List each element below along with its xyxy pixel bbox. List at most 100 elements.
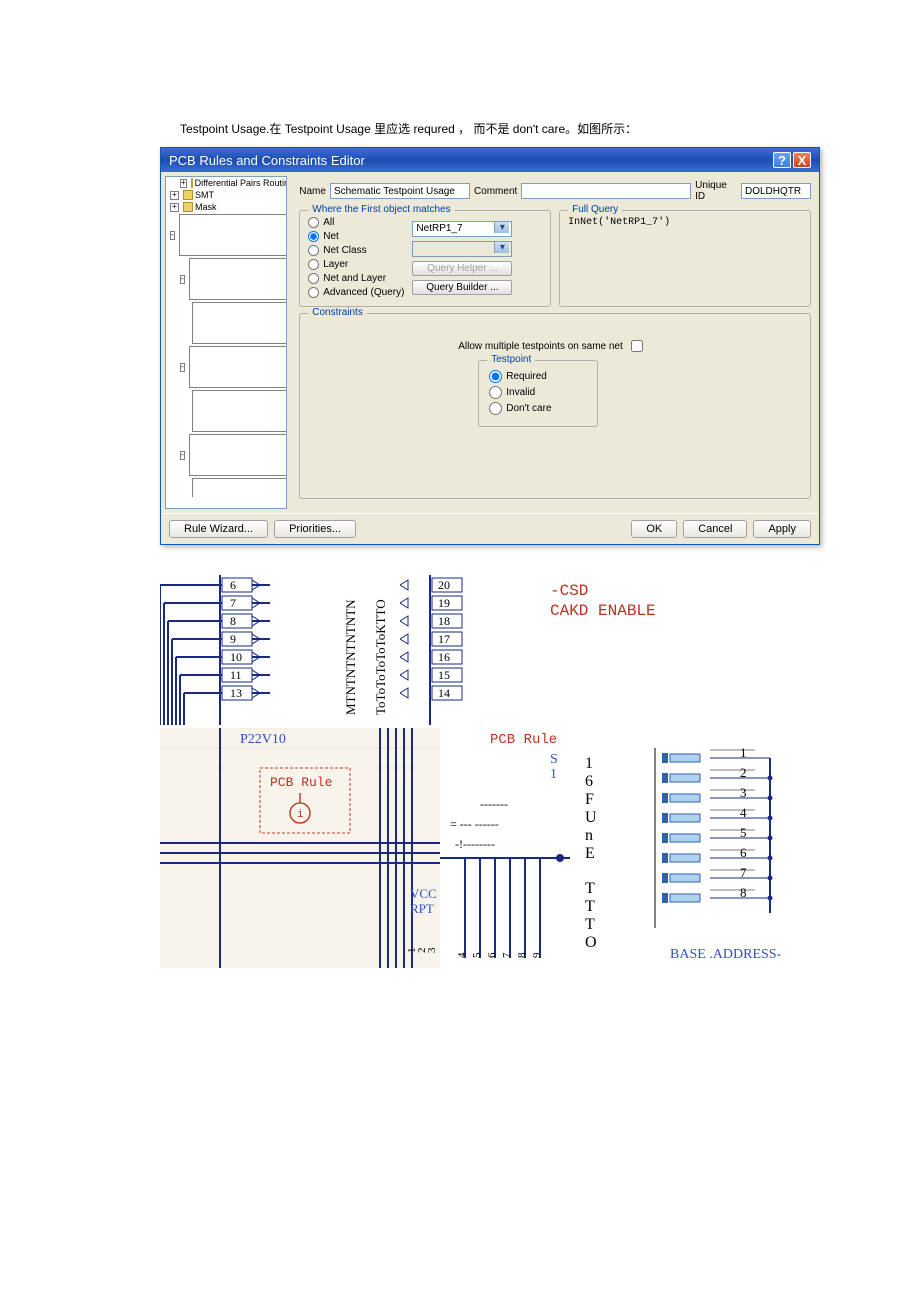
svg-text:U: U — [585, 809, 597, 826]
svg-text:1: 1 — [585, 755, 593, 772]
svg-text:19: 19 — [438, 596, 450, 610]
comment-input[interactable] — [521, 183, 691, 199]
match-netlayer[interactable]: Net and Layer — [308, 273, 404, 284]
tp-invalid[interactable]: Invalid — [489, 386, 587, 399]
name-label: Name — [299, 186, 326, 197]
query-helper-button[interactable]: Query Helper ... — [412, 261, 512, 276]
svg-text:S: S — [550, 752, 558, 767]
svg-text:VCC: VCC — [410, 886, 437, 901]
tree-toggle-icon[interactable]: - — [180, 363, 185, 372]
page-icon — [189, 346, 287, 388]
svg-text:ToToToToToToKTTO: ToToToToToToKTTO — [373, 599, 388, 715]
match-net[interactable]: Net — [308, 231, 404, 242]
query-builder-button[interactable]: Query Builder ... — [412, 280, 512, 295]
ok-button[interactable]: OK — [631, 520, 677, 538]
titlebar: PCB Rules and Constraints Editor ? X — [161, 148, 819, 172]
svg-text:7: 7 — [740, 865, 747, 880]
apply-button[interactable]: Apply — [753, 520, 811, 538]
fullquery-text: InNet('NetRP1_7') — [568, 217, 802, 228]
match-netclass[interactable]: Net Class — [308, 245, 404, 256]
help-button[interactable]: ? — [773, 152, 791, 168]
svg-text:18: 18 — [438, 614, 450, 628]
svg-text:RPT: RPT — [410, 901, 434, 916]
svg-text:MTNTNTNTNTNTN: MTNTNTNTNTNTN — [343, 599, 358, 715]
tree-node[interactable]: -Plane — [166, 213, 286, 257]
pcb-rules-dialog: PCB Rules and Constraints Editor ? X +Di… — [160, 147, 820, 545]
folder-icon — [183, 202, 193, 212]
fullquery-fieldset: Full Query InNet('NetRP1_7') — [559, 210, 811, 307]
tree-node[interactable]: PlaneClearance — [166, 389, 286, 433]
svg-text:4: 4 — [456, 952, 468, 958]
tree-toggle-icon[interactable]: + — [180, 179, 187, 188]
svg-text:14: 14 — [438, 686, 450, 700]
tree-toggle-icon[interactable]: + — [170, 203, 179, 212]
tp-dontcare[interactable]: Don't care — [489, 402, 587, 415]
constraints-fieldset: Constraints Allow multiple testpoints on… — [299, 313, 811, 499]
svg-text:6: 6 — [740, 845, 747, 860]
svg-text:O: O — [585, 934, 597, 951]
match-title: Where the First object matches — [308, 204, 454, 215]
connector-block: 12345678 BASE .ADDRESS- — [640, 728, 820, 968]
allow-multiple-checkbox[interactable] — [631, 340, 643, 352]
svg-text:7: 7 — [501, 952, 513, 958]
tree-toggle-icon[interactable]: - — [180, 275, 185, 284]
uniqueid-input[interactable] — [741, 183, 811, 199]
match-advanced[interactable]: Advanced (Query) — [308, 287, 404, 298]
svg-text:6: 6 — [230, 578, 236, 592]
intro-text: Testpoint Usage.在 Testpoint Usage 里应选 re… — [180, 120, 760, 137]
svg-text:10: 10 — [230, 650, 242, 664]
match-all[interactable]: All — [308, 217, 404, 228]
tree-node[interactable]: +Mask — [166, 201, 286, 213]
rules-tree[interactable]: +Differential Pairs Routing+SMT+Mask-Pla… — [165, 176, 287, 509]
svg-text:13: 13 — [230, 686, 242, 700]
priorities-button[interactable]: Priorities... — [274, 520, 356, 538]
svg-text:1: 1 — [550, 767, 557, 782]
tree-node[interactable]: -Power Plane Connect Style — [166, 257, 286, 301]
svg-text:8: 8 — [516, 952, 528, 958]
page-icon — [192, 302, 286, 344]
svg-text:9: 9 — [230, 632, 236, 646]
svg-text:5: 5 — [471, 952, 483, 958]
tree-toggle-icon[interactable]: + — [170, 191, 179, 200]
svg-text:6: 6 — [486, 952, 498, 958]
schematic-row-2: P22V10 PCB Rule i VCC RPT 1 — [160, 728, 760, 968]
testpoint-title: Testpoint — [487, 354, 535, 365]
p22v10-block: P22V10 PCB Rule i VCC RPT 1 — [160, 728, 440, 968]
comment-label: Comment — [474, 186, 517, 197]
svg-text:T: T — [585, 880, 595, 897]
tree-node[interactable]: +Differential Pairs Routing — [166, 177, 286, 189]
close-button[interactable]: X — [793, 152, 811, 168]
tree-node[interactable]: PolygonConnect — [166, 477, 286, 497]
page-icon — [192, 390, 286, 432]
tree-toggle-icon[interactable]: - — [170, 231, 175, 240]
fullquery-title: Full Query — [568, 204, 622, 215]
svg-text:8: 8 — [740, 885, 747, 900]
svg-text:17: 17 — [438, 632, 450, 646]
tp-required[interactable]: Required — [489, 370, 587, 383]
rule-wizard-button[interactable]: Rule Wizard... — [169, 520, 268, 538]
rule-icon — [191, 178, 193, 188]
svg-text:-------: ------- — [480, 797, 508, 811]
folder-icon — [183, 190, 193, 200]
cancel-button[interactable]: Cancel — [683, 520, 747, 538]
svg-text:1: 1 — [740, 745, 747, 760]
tree-node[interactable]: PlaneConnect — [166, 301, 286, 345]
allow-multiple-label: Allow multiple testpoints on same net — [458, 341, 623, 352]
svg-text:CAKD ENABLE: CAKD ENABLE — [550, 602, 656, 620]
svg-text:8: 8 — [230, 614, 236, 628]
svg-text:5: 5 — [740, 825, 747, 840]
match-layer[interactable]: Layer — [308, 259, 404, 270]
uniqueid-label: Unique ID — [695, 180, 737, 202]
name-input[interactable] — [330, 183, 470, 199]
vertical-text-1: MTNTNTNTNTNTN — [340, 575, 370, 728]
svg-text:T: T — [585, 916, 595, 933]
schematic-mid-block: 20191817161514 — [400, 575, 480, 728]
net-combo[interactable]: NetRP1_7 — [412, 221, 512, 237]
page-icon — [189, 258, 287, 300]
tree-node[interactable]: -Power Plane Clearance — [166, 345, 286, 389]
svg-text:16: 16 — [438, 650, 450, 664]
tree-node[interactable]: +SMT — [166, 189, 286, 201]
tree-node[interactable]: -Polygon Connect Style — [166, 433, 286, 477]
svg-text:-!--------: -!-------- — [455, 837, 495, 851]
tree-toggle-icon[interactable]: - — [180, 451, 185, 460]
